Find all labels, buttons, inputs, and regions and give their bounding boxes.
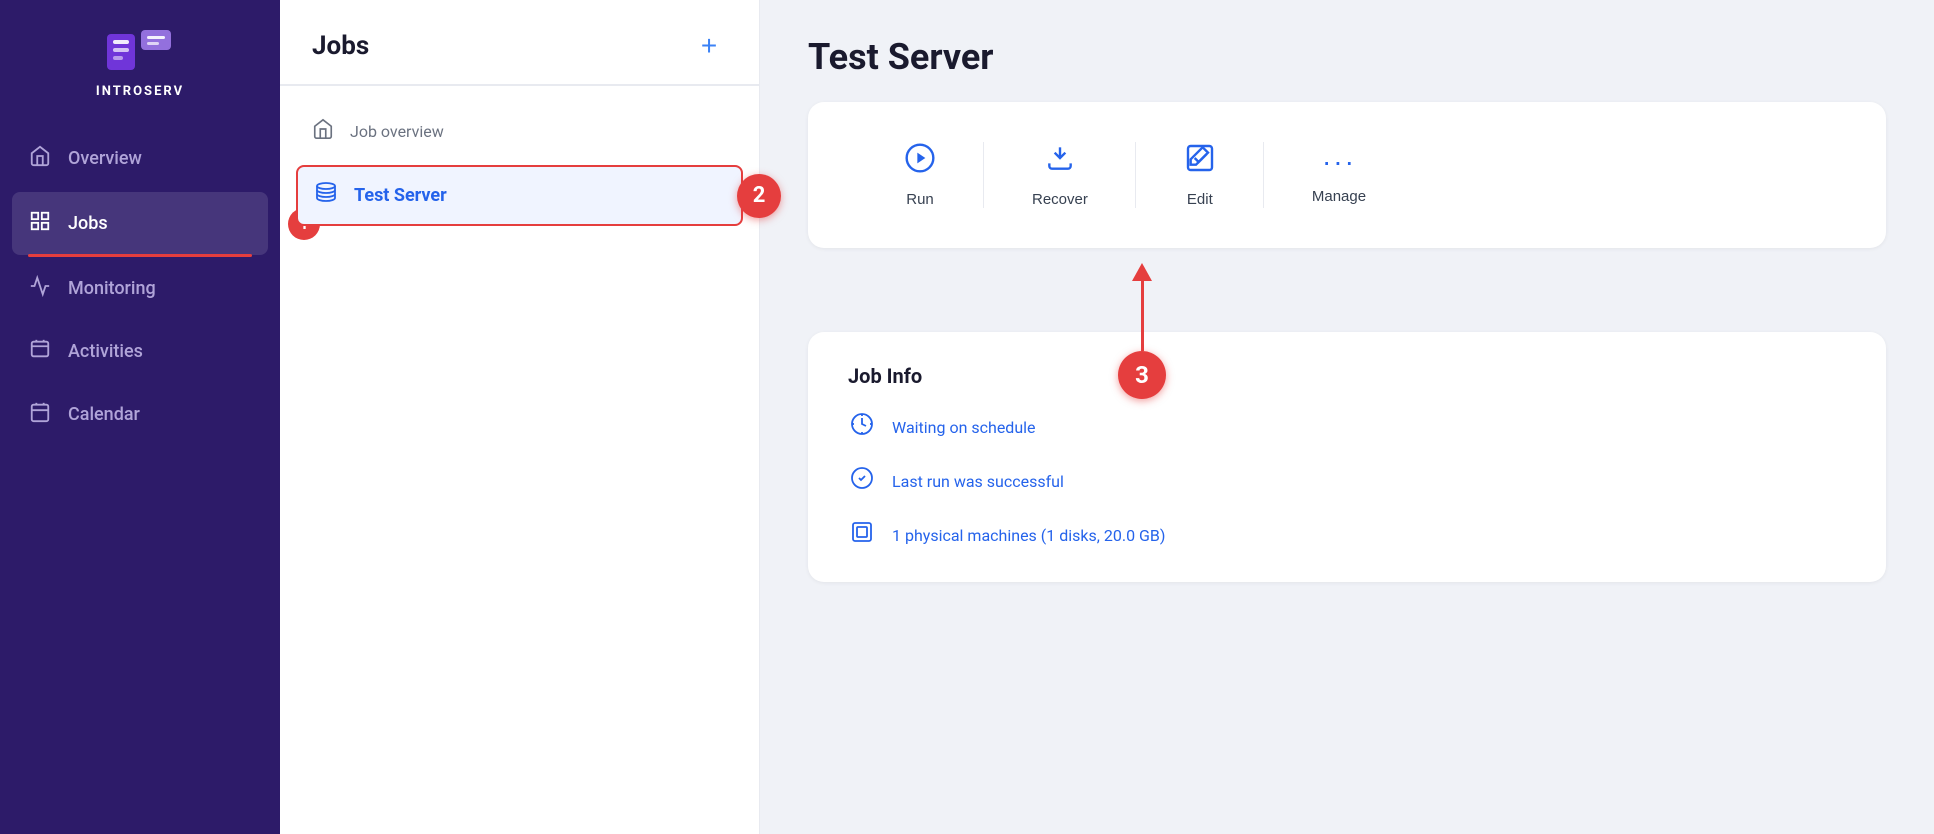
manage-icon: ··· [1322, 146, 1356, 178]
sidebar: INTROSERV Overview Jobs [0, 0, 280, 834]
add-job-button[interactable]: + [691, 28, 727, 64]
schedule-icon [848, 412, 876, 442]
jobs-header: Jobs + [280, 0, 759, 86]
recover-icon [1044, 142, 1076, 181]
edit-button[interactable]: Edit [1136, 134, 1264, 216]
sidebar-item-label-calendar: Calendar [68, 404, 140, 425]
info-row-schedule: Waiting on schedule [848, 412, 1846, 442]
arrow-line [1141, 281, 1144, 351]
sidebar-nav: Overview Jobs 1 [0, 119, 280, 834]
detail-panel: Test Server Run [760, 0, 1934, 834]
job-overview-label: Job overview [350, 122, 444, 141]
machines-text: 1 physical machines (1 disks, 20.0 GB) [892, 526, 1165, 545]
recover-label: Recover [1032, 191, 1088, 208]
calendar-icon [28, 401, 52, 428]
job-overview-icon [312, 118, 334, 145]
arrow-head-up [1132, 263, 1152, 281]
info-row-machines: 1 physical machines (1 disks, 20.0 GB) [848, 520, 1846, 550]
recover-button[interactable]: Recover [984, 134, 1136, 216]
activities-icon [28, 338, 52, 365]
jobs-panel: Jobs + Job overview [280, 0, 760, 834]
annotation-2: 2 [737, 174, 781, 218]
info-card: Job Info Waiting on schedule [808, 332, 1886, 582]
main-content: Jobs + Job overview [280, 0, 1934, 834]
detail-title: Test Server [808, 36, 1886, 78]
schedule-text: Waiting on schedule [892, 418, 1036, 437]
sidebar-item-label-activities: Activities [68, 341, 143, 362]
sidebar-item-label-monitoring: Monitoring [68, 278, 156, 299]
run-icon [904, 142, 936, 181]
monitoring-icon [28, 275, 52, 302]
sidebar-item-monitoring[interactable]: Monitoring [0, 257, 280, 320]
last-run-text: Last run was successful [892, 472, 1064, 491]
edit-label: Edit [1187, 191, 1213, 208]
info-card-title: Job Info [848, 364, 1846, 388]
recover-arrow: 3 [1118, 263, 1166, 399]
action-card: Run Recover [808, 102, 1886, 248]
sidebar-item-activities[interactable]: Activities [0, 320, 280, 383]
logo-text: INTROSERV [96, 84, 184, 99]
info-row-last-run: Last run was successful [848, 466, 1846, 496]
manage-button[interactable]: ··· Manage [1264, 138, 1414, 213]
edit-icon [1184, 142, 1216, 181]
manage-label: Manage [1312, 188, 1366, 205]
job-item-test-server[interactable]: Test Server [296, 165, 743, 226]
test-server-label: Test Server [354, 185, 447, 206]
sidebar-item-label-jobs: Jobs [68, 213, 108, 234]
job-item-test-server-container: Test Server 2 [280, 165, 759, 226]
annotation-3: 3 [1118, 351, 1166, 399]
sidebar-item-jobs[interactable]: Jobs 1 [12, 192, 268, 255]
jobs-panel-title: Jobs [312, 31, 369, 61]
sidebar-logo: INTROSERV [0, 0, 280, 119]
logo-icon [105, 28, 175, 76]
sidebar-item-calendar[interactable]: Calendar [0, 383, 280, 446]
success-icon [848, 466, 876, 496]
jobs-icon [28, 210, 52, 237]
sidebar-item-overview[interactable]: Overview [0, 127, 280, 190]
jobs-list: Job overview Test Server [280, 86, 759, 834]
machines-icon [848, 520, 876, 550]
run-label: Run [906, 191, 934, 208]
home-icon [28, 145, 52, 172]
job-item-overview[interactable]: Job overview [280, 102, 759, 161]
run-button[interactable]: Run [856, 134, 984, 216]
action-card-container: Run Recover [808, 102, 1886, 248]
test-server-icon [314, 181, 338, 210]
sidebar-item-label-overview: Overview [68, 148, 142, 169]
